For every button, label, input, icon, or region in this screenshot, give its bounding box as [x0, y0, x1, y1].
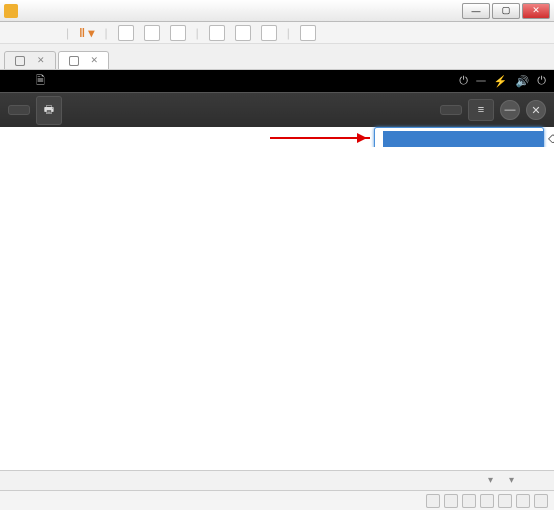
status-tabwidth[interactable]: [509, 475, 514, 486]
gedit-headerbar: 🖶 ≡ — ✕: [0, 93, 554, 127]
hamburger-menu-button[interactable]: ≡: [468, 99, 494, 121]
vmware-titlebar: — ▢ ✕: [0, 0, 554, 22]
notification-badge[interactable]: [476, 80, 486, 82]
device-icon[interactable]: [516, 494, 530, 508]
close-tab-icon[interactable]: ✕: [37, 55, 45, 66]
toolbar-icon[interactable]: [170, 25, 186, 41]
power-icon[interactable]: ⏻: [537, 75, 546, 88]
toolbar-icon[interactable]: [144, 25, 160, 41]
device-icon[interactable]: [462, 494, 476, 508]
device-icon[interactable]: [426, 494, 440, 508]
gedit-minimize-button[interactable]: —: [500, 100, 520, 120]
open-button[interactable]: [8, 105, 30, 115]
sound-icon[interactable]: 🔊: [516, 75, 530, 88]
tab-home[interactable]: ✕: [4, 51, 56, 69]
home-icon: [15, 56, 25, 66]
search-input[interactable]: [383, 131, 544, 147]
a11y-icon[interactable]: ⏻: [459, 75, 468, 88]
gedit-close-button[interactable]: ✕: [526, 100, 546, 120]
gnome-topbar: 🗎 ⏻ ⚡ 🔊 ⏻: [0, 70, 554, 92]
pause-icon[interactable]: ‖ ▾: [79, 26, 94, 40]
gedit-window: 🖶 ≡ — ✕ ⌫ ˄ ˅: [0, 92, 554, 490]
maximize-button[interactable]: ▢: [492, 3, 520, 19]
minimize-button[interactable]: —: [462, 3, 490, 19]
device-icon[interactable]: [444, 494, 458, 508]
device-icon[interactable]: [534, 494, 548, 508]
toolbar-icon[interactable]: [261, 25, 277, 41]
device-icon[interactable]: [498, 494, 512, 508]
vmware-tabbar: ✕ ✕: [0, 44, 554, 70]
network-icon[interactable]: ⚡: [494, 75, 508, 88]
close-button[interactable]: ✕: [522, 3, 550, 19]
texteditor-menu[interactable]: 🗎: [36, 72, 45, 91]
tab-ubuntu[interactable]: ✕: [58, 51, 110, 69]
annotation-layer: ⌫ ˄ ˅: [0, 127, 554, 147]
device-icon[interactable]: [480, 494, 494, 508]
annotation-arrow-icon: [270, 137, 370, 139]
vmware-menubar: | ‖ ▾ | | |: [0, 22, 554, 44]
editor-area[interactable]: [0, 147, 554, 470]
print-button[interactable]: 🖶: [36, 96, 62, 125]
clear-search-icon[interactable]: ⌫: [548, 133, 554, 146]
status-language[interactable]: [488, 475, 493, 486]
toolbar-icon[interactable]: [300, 25, 316, 41]
toolbar-icon[interactable]: [235, 25, 251, 41]
guest-display: 🗎 ⏻ ⚡ 🔊 ⏻ 🖶 ≡ — ✕ ⌫ ˄: [0, 70, 554, 490]
vmware-statusbar: [0, 490, 554, 510]
save-button[interactable]: [440, 105, 462, 115]
toolbar-icon[interactable]: [209, 25, 225, 41]
vmware-logo-icon: [4, 4, 18, 18]
toolbar-icon[interactable]: [118, 25, 134, 41]
close-tab-icon[interactable]: ✕: [91, 55, 99, 66]
vm-icon: [69, 56, 79, 66]
gedit-statusbar: [0, 470, 554, 490]
